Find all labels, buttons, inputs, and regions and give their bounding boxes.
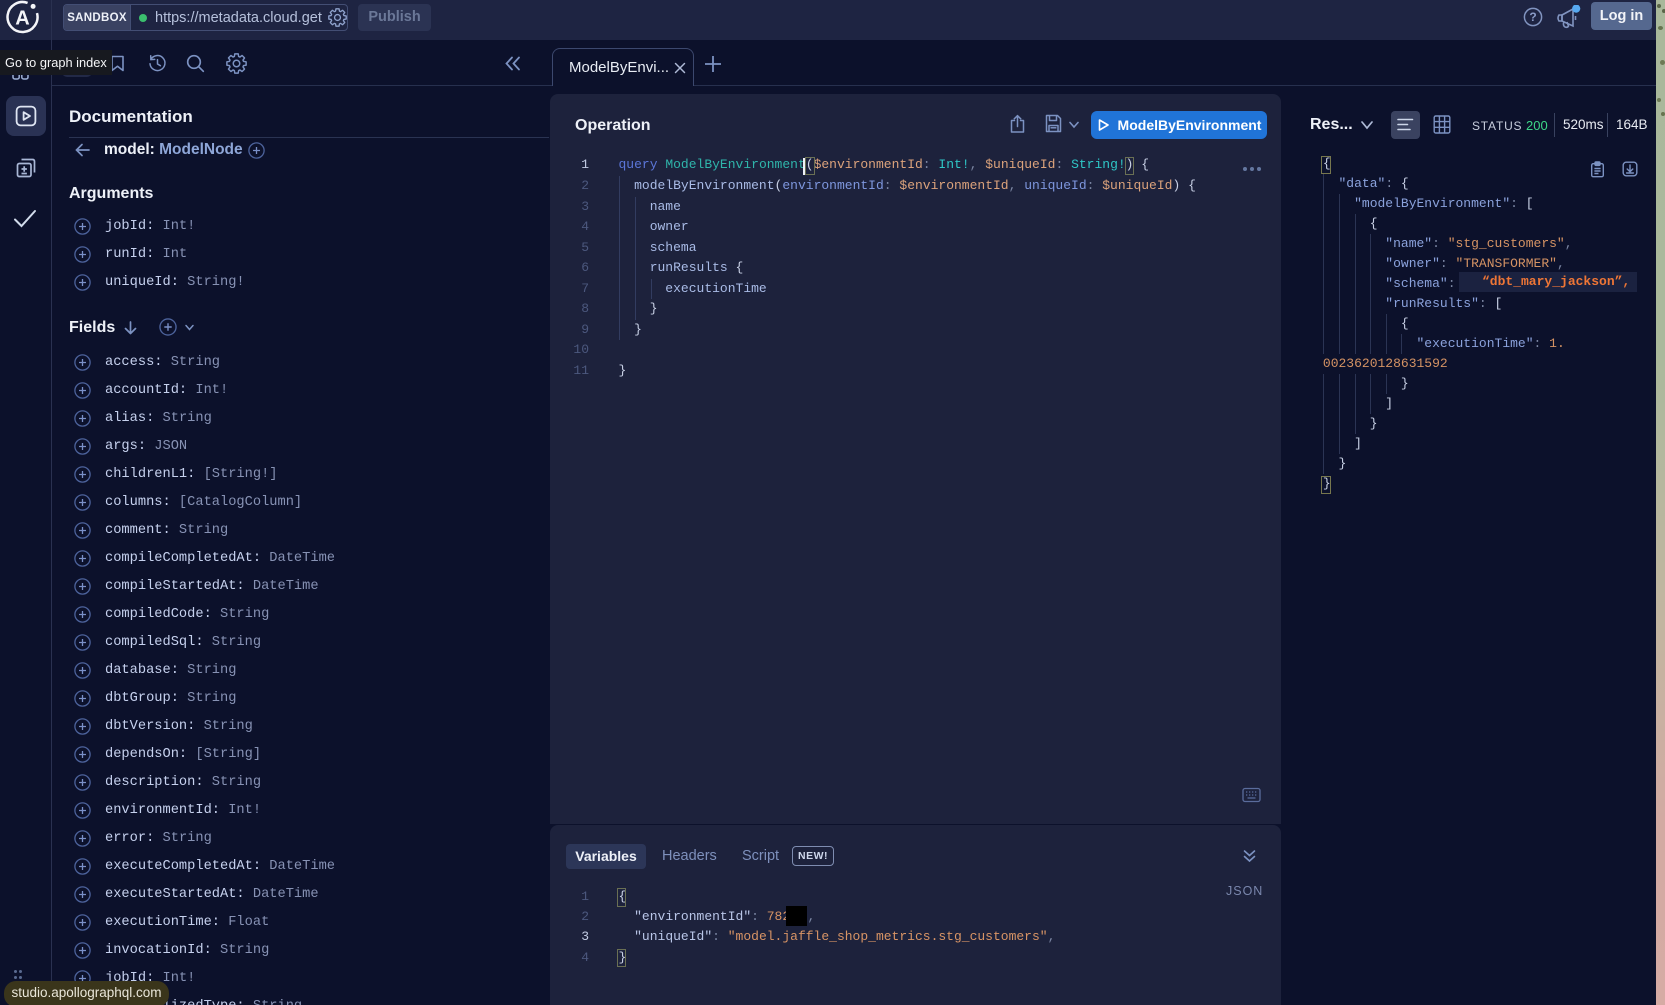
svg-text:A: A	[15, 8, 29, 30]
svg-text:?: ?	[1529, 10, 1536, 24]
